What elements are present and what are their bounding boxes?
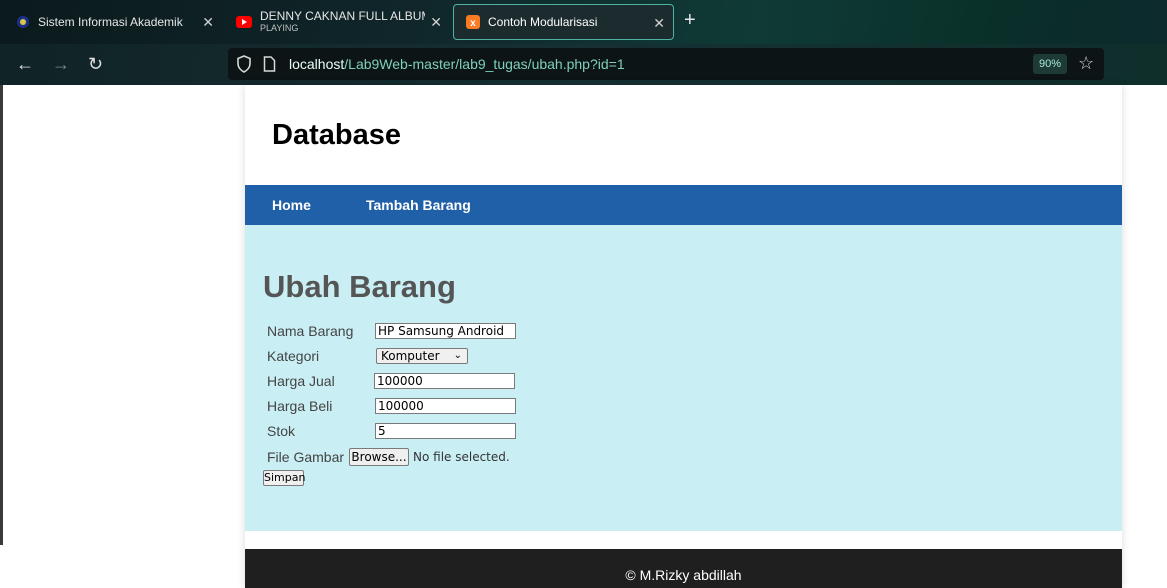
browse-file-button[interactable]: Browse...: [349, 448, 409, 466]
site-title: Database: [272, 119, 401, 151]
left-edge-divider: [0, 85, 3, 545]
reload-icon[interactable]: ↻: [88, 53, 103, 75]
university-logo-icon: [17, 16, 29, 28]
tab-title: Contoh Modularisasi: [488, 15, 598, 29]
nama-barang-input[interactable]: HP Samsung Android: [375, 323, 516, 339]
shield-icon[interactable]: [236, 55, 252, 73]
url-path: /Lab9Web-master/lab9_tugas/ubah.php?id=1: [344, 56, 625, 72]
tab-youtube[interactable]: DENNY CAKNAN FULL ALBUM PLAYING ✕: [224, 4, 450, 40]
label-kategori: Kategori: [267, 348, 320, 364]
close-tab-icon[interactable]: ✕: [653, 15, 665, 32]
nav-home-link[interactable]: Home: [272, 197, 311, 213]
label-stok: Stok: [267, 423, 296, 439]
youtube-icon: [236, 16, 252, 28]
page-info-icon[interactable]: [263, 56, 276, 72]
page-viewport: Database Home Tambah Barang Ubah Barang …: [0, 85, 1167, 588]
site-footer: © M.Rizky abdillah: [245, 549, 1122, 588]
new-tab-icon[interactable]: +: [684, 10, 696, 30]
zoom-level-badge[interactable]: 90%: [1033, 54, 1067, 74]
tab-sistem-informasi[interactable]: Sistem Informasi Akademik ✕: [4, 4, 222, 40]
harga-beli-input[interactable]: 100000: [375, 398, 516, 414]
label-harga-jual: Harga Jual: [267, 373, 335, 389]
tab-title: Sistem Informasi Akademik: [38, 15, 183, 29]
label-file-gambar: File Gambar: [267, 449, 345, 465]
tab-title: DENNY CAKNAN FULL ALBUM: [260, 10, 425, 22]
page-container: Database Home Tambah Barang Ubah Barang …: [245, 85, 1122, 588]
svg-text:x: x: [470, 18, 476, 29]
browser-tab-bar: Sistem Informasi Akademik ✕ DENNY CAKNAN…: [0, 0, 1167, 44]
simpan-button[interactable]: Simpan: [263, 470, 305, 486]
harga-jual-input[interactable]: 100000: [374, 373, 515, 389]
address-bar[interactable]: localhost/Lab9Web-master/lab9_tugas/ubah…: [228, 48, 1104, 80]
url-text[interactable]: localhost/Lab9Web-master/lab9_tugas/ubah…: [289, 56, 625, 72]
site-nav: Home Tambah Barang: [245, 185, 1122, 225]
label-harga-beli: Harga Beli: [267, 398, 333, 414]
content-area: Ubah Barang Nama Barang HP Samsung Andro…: [245, 225, 1122, 531]
kategori-selected-value: Komputer: [381, 349, 440, 363]
back-arrow-icon[interactable]: ←: [16, 53, 34, 75]
close-tab-icon[interactable]: ✕: [202, 14, 214, 31]
footer-text: © M.Rizky abdillah: [625, 567, 742, 583]
tab-playing-indicator: PLAYING: [260, 23, 299, 33]
url-host: localhost: [289, 56, 345, 72]
close-tab-icon[interactable]: ✕: [430, 14, 442, 31]
stok-input[interactable]: 5: [375, 423, 516, 439]
tab-contoh-modularisasi[interactable]: x Contoh Modularisasi ✕: [453, 4, 674, 40]
xampp-icon: x: [466, 15, 480, 29]
chevron-down-icon: ⌄: [453, 350, 462, 361]
forward-arrow-icon[interactable]: →: [52, 53, 70, 75]
bookmark-star-icon[interactable]: ☆: [1078, 53, 1094, 74]
site-header: Database: [245, 85, 1122, 185]
nav-tambah-barang-link[interactable]: Tambah Barang: [366, 197, 471, 213]
label-nama-barang: Nama Barang: [267, 323, 354, 339]
file-status-text: No file selected.: [413, 450, 510, 464]
kategori-select[interactable]: Komputer ⌄: [376, 348, 468, 364]
page-title: Ubah Barang: [263, 269, 456, 304]
